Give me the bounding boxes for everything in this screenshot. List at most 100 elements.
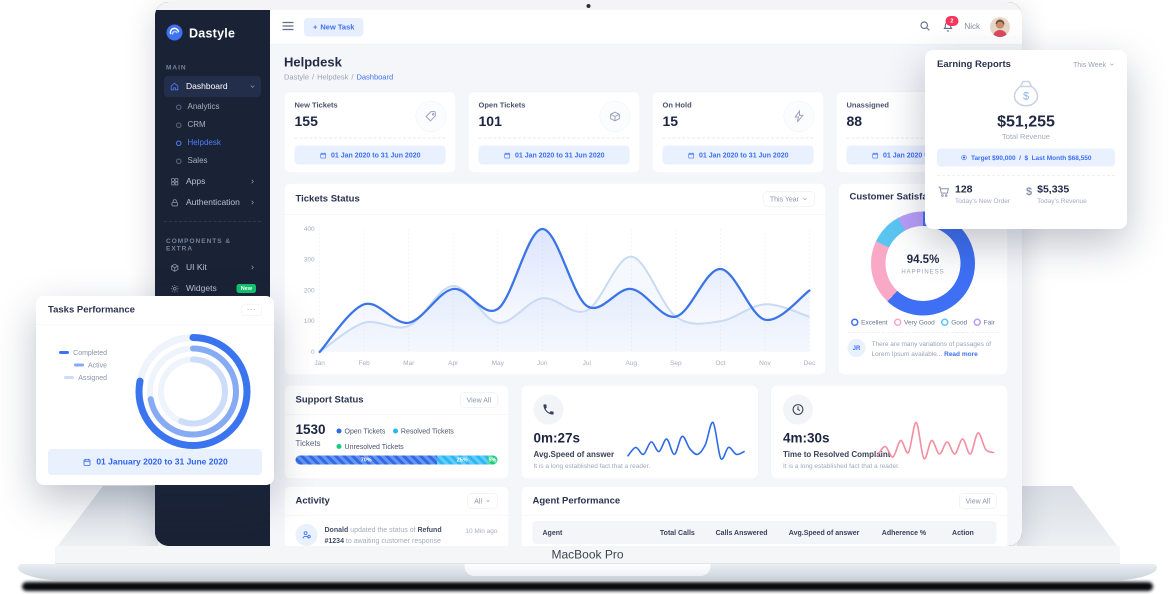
svg-text:Jun: Jun (537, 360, 548, 367)
svg-text:$: $ (1023, 91, 1029, 103)
svg-text:Jan: Jan (314, 360, 325, 367)
legend-marker (59, 351, 69, 354)
legend-marker (74, 364, 84, 367)
brand-logo[interactable]: Dastyle (164, 19, 261, 49)
breadcrumb-parent[interactable]: Helpdesk (317, 73, 348, 82)
card-title: Tasks Performance (48, 305, 135, 316)
search-icon[interactable] (918, 19, 931, 35)
activity-filter-dropdown[interactable]: All (468, 494, 498, 509)
breadcrumb-separator: / (312, 73, 314, 82)
legend-item-completed: Completed (59, 349, 107, 357)
dollar-icon: $ (1026, 184, 1032, 198)
activity-verb: updated the status of (350, 526, 415, 534)
orders-value: 128 (955, 184, 1010, 195)
sidebar-item-helpdesk[interactable]: Helpdesk (174, 134, 261, 152)
agent-performance-card: Agent Performance View All Agent Total C… (521, 486, 1008, 546)
notification-count-badge: 2 (945, 16, 958, 26)
target-icon (960, 154, 967, 161)
column-header-action[interactable]: Action (939, 529, 986, 537)
legend-label: Fair (984, 319, 995, 327)
date-range-label: 01 Jan 2020 to 31 Jun 2020 (331, 151, 421, 159)
activity-detail: to awaiting customer response (346, 537, 441, 545)
column-header-total-calls[interactable]: Total Calls (651, 529, 703, 537)
legend-label: Unresolved Tickets (345, 443, 404, 451)
satisfaction-note: JR There are many variations of passages… (848, 332, 999, 365)
agent-table-header: Agent Total Calls Calls Answered Avg.Spe… (533, 521, 997, 544)
view-all-label: View All (966, 497, 990, 505)
note-text: There are many variations of passages of… (872, 339, 999, 359)
submenu-label: Helpdesk (188, 139, 221, 148)
cube-icon (169, 263, 180, 273)
earning-filter-dropdown[interactable]: This Week (1073, 61, 1115, 69)
notifications-bell-icon[interactable]: 2 (941, 21, 954, 34)
new-task-button[interactable]: + New Task (304, 18, 363, 37)
sidebar-item-authentication[interactable]: Authentication (164, 192, 261, 213)
svg-text:Feb: Feb (359, 360, 371, 367)
support-view-all-button[interactable]: View All (460, 393, 497, 408)
submenu-label: Analytics (188, 103, 220, 112)
total-revenue-value: $51,255 (937, 112, 1115, 131)
legend-item-unresolved: Unresolved Tickets (337, 443, 404, 451)
legend-item-active: Active (74, 361, 107, 369)
tickets-total: 1530 Tickets (296, 423, 326, 449)
svg-text:Sep: Sep (670, 360, 682, 367)
user-update-icon (296, 524, 318, 546)
sidebar-divider (164, 221, 261, 222)
agent-view-all-button[interactable]: View All (959, 494, 996, 509)
legend-label: Resolved Tickets (401, 427, 454, 435)
hamburger-menu-icon[interactable] (282, 21, 294, 33)
activity-timestamp: 10 Min ago (465, 524, 497, 535)
submenu-label: Sales (188, 157, 208, 166)
date-range-picker[interactable]: 01 Jan 2020 to 31 Jun 2020 (479, 146, 630, 165)
submenu-label: CRM (188, 121, 206, 130)
column-header-adherence[interactable]: Adherence % (873, 529, 936, 537)
sidebar-item-analytics[interactable]: Analytics (174, 98, 261, 116)
legend-item-resolved: Resolved Tickets (393, 427, 454, 435)
package-icon (600, 101, 631, 132)
user-name: Nick (964, 23, 980, 32)
legend-marker (64, 376, 74, 379)
legend-label: Good (951, 319, 967, 327)
separator: / (1019, 154, 1021, 162)
laptop-base-front (18, 564, 1157, 581)
total-revenue-label: Total Revenue (937, 133, 1115, 142)
orders-label: Today's New Order (955, 197, 1010, 205)
date-range-picker[interactable]: 01 Jan 2020 to 31 Jun 2020 (295, 146, 446, 165)
bullet-icon (176, 140, 182, 146)
dastyle-logo-icon (166, 24, 183, 44)
svg-text:Mar: Mar (403, 360, 415, 367)
legend-label: Very Good (904, 319, 935, 327)
sidebar-item-crm[interactable]: CRM (174, 116, 261, 134)
macbook-pro-label: MacBook Pro (551, 548, 623, 562)
chevron-down-icon (1109, 62, 1115, 68)
read-more-link[interactable]: Read more (944, 350, 978, 358)
date-range-picker[interactable]: 01 Jan 2020 to 31 Jun 2020 (663, 146, 814, 165)
sidebar-item-label: Widgets (186, 284, 217, 294)
date-range-label: 01 Jan 2020 to 31 Jun 2020 (699, 151, 789, 159)
sidebar-item-dashboard[interactable]: Dashboard (164, 76, 261, 97)
legend-marker (941, 319, 949, 327)
support-legend: Open Tickets Resolved Tickets Unresolved… (337, 427, 498, 451)
more-options-button[interactable]: ... (241, 304, 262, 316)
sidebar-item-apps[interactable]: Apps (164, 171, 261, 192)
sidebar-item-ui-kit[interactable]: UI Kit (164, 257, 261, 278)
activity-item[interactable]: Donald updated the status of Refund #123… (285, 516, 509, 546)
card-title: Activity (296, 496, 330, 507)
column-header-avg-speed[interactable]: Avg.Speed of answer (780, 529, 869, 537)
clock-icon (783, 395, 813, 425)
laptop-mockup-scene: MacBook Pro Dastyle MAIN (0, 0, 1175, 594)
lock-icon (169, 198, 180, 208)
column-header-calls-answered[interactable]: Calls Answered (708, 529, 776, 537)
todays-revenue-stat: $ $5,335 Today's Revenue (1026, 184, 1115, 205)
tickets-status-filter-dropdown[interactable]: This Year (763, 192, 814, 207)
sidebar-item-sales[interactable]: Sales (174, 152, 261, 170)
home-icon (169, 82, 180, 92)
revenue-label: Today's Revenue (1037, 197, 1087, 205)
user-avatar[interactable] (990, 17, 1010, 37)
column-header-agent[interactable]: Agent (543, 529, 648, 537)
svg-text:400: 400 (304, 226, 315, 233)
chevron-right-icon (249, 178, 256, 185)
calendar-icon (872, 151, 880, 159)
activity-user: Donald (325, 526, 349, 534)
breadcrumb-root[interactable]: Dastyle (284, 73, 309, 82)
